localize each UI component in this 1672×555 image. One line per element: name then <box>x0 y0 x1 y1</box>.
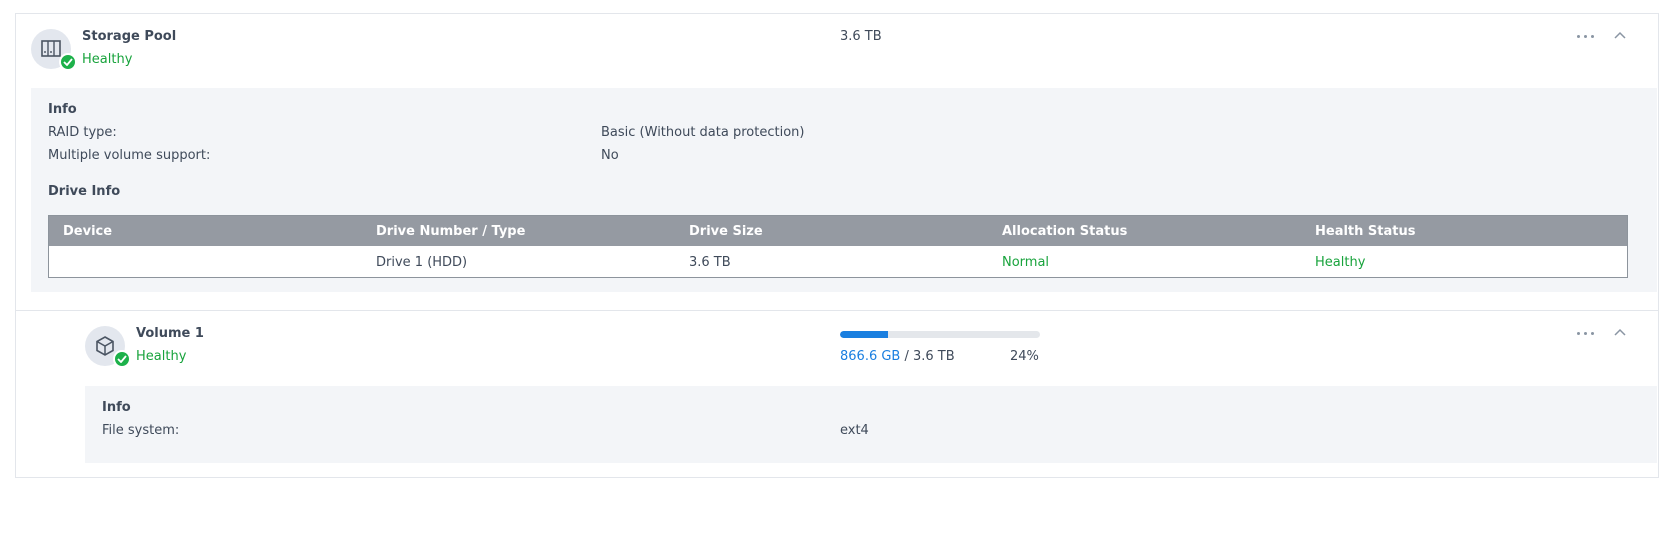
volume-used: 866.6 GB <box>840 349 901 364</box>
pool-more-button[interactable] <box>1574 28 1598 44</box>
pool-info-title: Info <box>48 102 77 117</box>
col-drive-size: Drive Size <box>689 224 763 239</box>
section-divider <box>16 310 1658 311</box>
volume-total: 3.6 TB <box>913 349 955 364</box>
drive-table-header: Device Drive Number / Type Drive Size Al… <box>49 216 1627 246</box>
drive-info-title: Drive Info <box>48 184 121 199</box>
cell-allocation: Normal <box>1002 255 1050 270</box>
chevron-up-icon <box>1614 31 1626 39</box>
file-system-value: ext4 <box>840 423 869 438</box>
col-device: Device <box>63 224 113 239</box>
raid-type-value: Basic (Without data protection) <box>601 125 805 140</box>
volume-usage-text: 866.6 GB / 3.6 TB <box>840 349 955 364</box>
col-health-status: Health Status <box>1315 224 1416 239</box>
storage-card: Storage Pool Healthy 3.6 TB Info RAID ty… <box>15 13 1659 478</box>
cell-health: Healthy <box>1315 255 1366 270</box>
pool-title: Storage Pool <box>82 29 177 44</box>
col-allocation-status: Allocation Status <box>1002 224 1128 239</box>
file-system-label: File system: <box>102 423 180 438</box>
volume-more-button[interactable] <box>1574 325 1598 341</box>
raid-type-label: RAID type: <box>48 125 117 140</box>
cube-volume-icon <box>85 326 131 368</box>
cell-drive: Drive 1 (HDD) <box>376 255 468 270</box>
volume-info-title: Info <box>102 400 131 415</box>
volume-info-panel: Info File system: ext4 <box>85 386 1657 463</box>
pool-capacity: 3.6 TB <box>840 29 882 44</box>
pool-collapse-button[interactable] <box>1611 28 1629 44</box>
volume-collapse-button[interactable] <box>1611 325 1629 341</box>
col-drive-number: Drive Number / Type <box>376 224 526 239</box>
multi-volume-value: No <box>601 148 619 163</box>
volume-separator: / <box>900 349 913 364</box>
multi-volume-label: Multiple volume support: <box>48 148 211 163</box>
volume-status: Healthy <box>136 349 187 364</box>
volume-usage-fill <box>840 331 888 338</box>
pool-status: Healthy <box>82 52 133 67</box>
drive-table: Device Drive Number / Type Drive Size Al… <box>48 215 1628 278</box>
volume-percent: 24% <box>1010 349 1039 364</box>
chevron-up-icon <box>1614 328 1626 336</box>
volume-title: Volume 1 <box>136 326 204 341</box>
check-icon <box>59 53 77 71</box>
storage-pool-icon <box>31 29 77 71</box>
cell-size: 3.6 TB <box>689 255 731 270</box>
volume-usage-bar <box>840 331 1040 338</box>
check-icon <box>113 350 131 368</box>
